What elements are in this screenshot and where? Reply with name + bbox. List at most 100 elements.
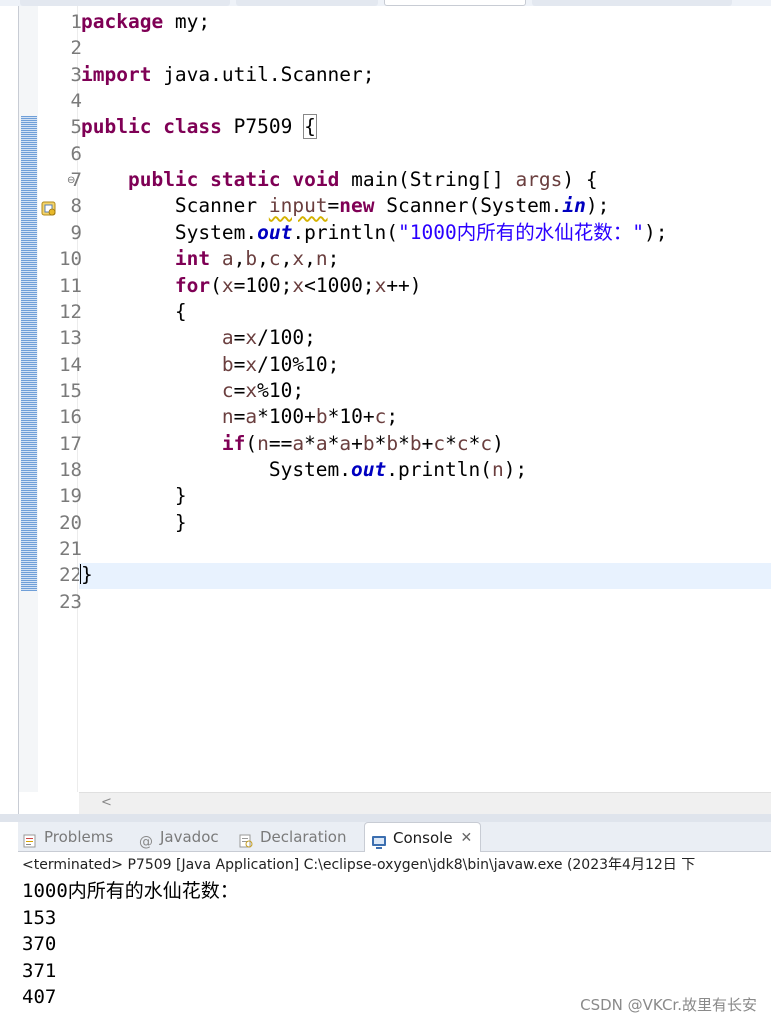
code-token: b [221,352,234,376]
code-token: Scanner [81,194,269,218]
code-token: P7509 [221,115,305,139]
watermark: CSDN @VKCr.故里有长安 [580,996,757,1014]
code-token: in [562,194,586,218]
code-token: c [456,431,469,455]
code-line[interactable]: n=a*100+b*10+c; [81,404,398,430]
code-line[interactable]: System.out.println("1000内所有的水仙花数："); [81,220,668,246]
code-token: b [362,431,375,455]
code-token: my; [163,10,211,33]
code-line[interactable]: } [81,510,187,536]
code-token: System. [81,457,352,481]
code-token: =100; [233,273,293,297]
horizontal-scrollbar[interactable]: < [79,792,771,814]
console-output-line: 371 [22,959,57,982]
fold-collapse-icon[interactable]: ⊖ [67,176,75,186]
code-token: args [515,168,563,192]
line-number: 9 [70,221,82,244]
code-token: ); [503,457,528,481]
code-token: x [245,326,258,350]
console-output: 1000内所有的水仙花数： 153 370 371 407 [22,878,239,1011]
code-token: { [81,299,187,323]
code-token: b [409,431,422,455]
code-line[interactable]: if(n==a*a*a+b*b*b+c*c*c) [81,431,504,457]
code-line[interactable]: { [81,299,187,325]
code-token: input [268,194,328,218]
code-token: .println( [386,457,492,481]
panel-separator [0,814,771,822]
warning-marker-icon[interactable] [41,201,56,216]
code-token: * [468,431,481,455]
code-token: = [327,194,340,218]
code-token: n [491,457,504,481]
line-number: 4 [70,90,82,113]
scroll-left-icon[interactable]: < [101,795,112,810]
line-number: 14 [59,353,82,376]
code-token: * [374,431,387,455]
line-number: 10 [59,248,82,271]
code-token: , [304,247,316,271]
line-number: 17 [59,432,82,455]
code-token: x [292,247,305,271]
code-token: int [174,247,211,271]
code-token: *10+ [327,405,375,429]
code-line[interactable]: } [81,483,187,509]
code-line[interactable]: c=x%10; [81,378,304,404]
line-number: 1 [70,11,82,33]
code-token: ; [327,247,340,271]
tab-problems[interactable]: Problems [22,822,113,852]
code-line[interactable]: Scanner input=new Scanner(System.in); [81,193,609,219]
code-token: ); [585,194,610,218]
code-line[interactable]: for(x=100;x<1000;x++) [81,273,422,299]
code-token: a [221,326,234,350]
code-token: * [327,431,340,455]
code-token: a [339,431,352,455]
tab-javadoc[interactable]: @ Javadoc [138,822,219,852]
console-output-line: 1000内所有的水仙花数： [22,880,239,902]
code-token: a [245,405,258,429]
code-token: * [304,431,316,455]
code-token: } [81,510,187,534]
code-line[interactable]: b=x/10%10; [81,352,339,378]
java-editor[interactable]: 1 2 3 4 5 6 7 8 9 10 11 12 13 14 15 16 17 18 19 20 21 22 23 ⊖ … [18,6,771,814]
tab-label: Problems [44,828,114,846]
javadoc-icon: @ [138,829,154,850]
code-token: c [374,405,387,429]
code-line[interactable]: } [80,562,93,588]
overview-ruler [19,6,38,792]
code-token: = [233,405,246,429]
code-token: b [386,431,399,455]
code-token: c [268,247,281,271]
code-token: c [433,431,446,455]
tab-console[interactable]: Console ✕ [364,822,482,853]
tab-declaration[interactable]: Declaration [238,822,346,852]
svg-text:@: @ [139,834,153,849]
code-line[interactable]: System.out.println(n); [81,457,527,483]
code-line[interactable]: package my; [81,9,210,35]
code-line[interactable]: a=x/100; [81,325,316,351]
code-token: ) { [562,168,598,192]
code-line[interactable]: import java.util.Scanner; [81,62,375,88]
code-area[interactable]: package my; import java.util.Scanner; publ… [79,6,771,792]
code-token: /10%10; [257,352,340,376]
tab-label: Declaration [260,828,347,846]
code-token: package [81,10,164,33]
tab-label: Console [393,829,453,847]
code-line[interactable]: public class P7509 { [81,114,317,140]
close-icon[interactable]: ✕ [461,823,473,853]
declaration-icon [238,829,254,848]
code-line[interactable]: public static void main(String[] args) { [81,167,598,193]
code-token: n [221,405,234,429]
code-token: n [257,431,269,455]
line-number: 13 [59,327,82,350]
code-token: { [303,114,317,140]
code-line[interactable]: int a,b,c,x,n; [81,246,339,272]
code-token: = [233,326,246,350]
code-token: ; [386,405,399,429]
code-token: a [315,431,328,455]
line-number: 23 [59,590,82,613]
line-number: 18 [59,458,82,481]
